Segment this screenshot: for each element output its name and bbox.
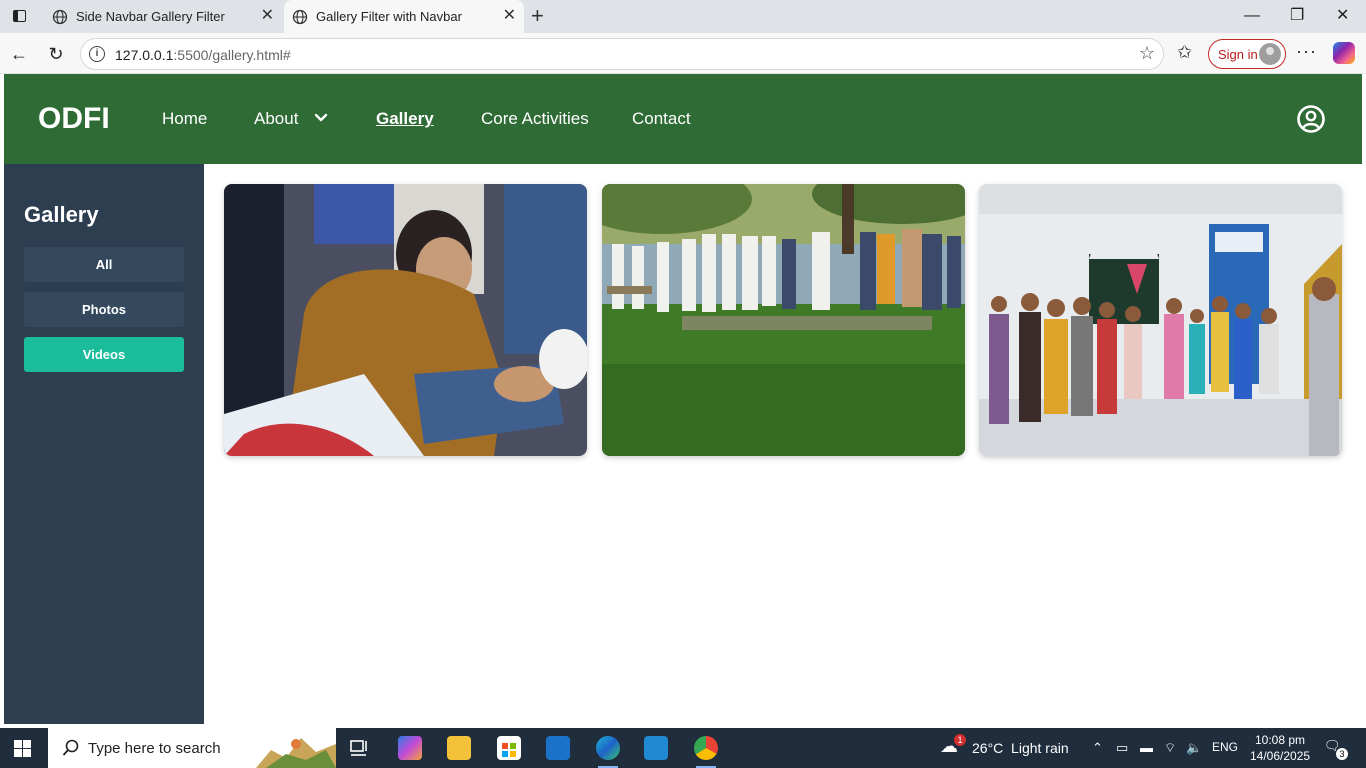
site-logo[interactable]: ODFI xyxy=(38,102,110,136)
wifi-icon[interactable]: ⌔ xyxy=(1164,740,1176,756)
gallery-sidebar: Gallery All Photos Videos xyxy=(4,164,204,724)
video-thumbnail xyxy=(979,184,1342,456)
profile-avatar-icon xyxy=(1259,43,1281,65)
filter-photos-button[interactable]: Photos xyxy=(24,292,184,327)
windows-start-icon[interactable] xyxy=(14,740,31,757)
clock-date: 14/06/2025 xyxy=(1250,749,1311,763)
close-window-icon[interactable]: ✕ xyxy=(1336,6,1349,26)
nav-link-core-activities[interactable]: Core Activities xyxy=(481,109,589,129)
task-view-icon[interactable] xyxy=(348,736,372,760)
search-icon xyxy=(62,739,79,756)
globe-icon xyxy=(52,9,68,25)
outlook-icon[interactable] xyxy=(546,736,570,760)
vscode-icon[interactable] xyxy=(644,736,668,760)
browser-tab-inactive[interactable]: Side Navbar Gallery Filter ✕ xyxy=(44,0,282,33)
search-highlight-image xyxy=(256,730,336,768)
site-navbar: ODFI Home About Gallery Core Activities … xyxy=(4,74,1362,164)
video-thumbnail xyxy=(224,184,587,456)
chevron-up-icon[interactable]: ⌃ xyxy=(1092,740,1103,756)
browser-toolbar: ← ↻ i 127.0.0.1:5500/gallery.html# ☆ ✩ S… xyxy=(0,33,1366,74)
tab-title: Side Navbar Gallery Filter xyxy=(76,9,225,24)
nav-link-contact[interactable]: Contact xyxy=(632,109,691,129)
edge-browser-icon[interactable] xyxy=(596,736,620,768)
tab-actions-icon[interactable] xyxy=(10,7,30,25)
filter-videos-button[interactable]: Videos xyxy=(24,337,184,372)
filter-all-button[interactable]: All xyxy=(24,247,184,282)
volume-icon[interactable]: 🔈 xyxy=(1186,740,1202,756)
site-info-icon[interactable]: i xyxy=(89,46,105,62)
file-explorer-icon[interactable] xyxy=(447,736,471,760)
search-placeholder: Type here to search xyxy=(88,740,221,757)
clock-time: 10:08 pm xyxy=(1255,733,1306,747)
sidebar-title: Gallery xyxy=(24,202,99,227)
more-options-icon[interactable]: ··· xyxy=(1296,41,1317,62)
close-tab-icon[interactable]: ✕ xyxy=(261,7,274,25)
favorite-star-icon[interactable]: ☆ xyxy=(1139,43,1155,64)
back-icon[interactable]: ← xyxy=(8,43,30,65)
language-indicator[interactable]: ENG xyxy=(1212,740,1238,754)
battery-icon[interactable]: ▬ xyxy=(1140,740,1153,755)
web-page: ODFI Home About Gallery Core Activities … xyxy=(4,74,1362,724)
microsoft-store-icon[interactable] xyxy=(497,736,521,760)
gallery-item[interactable] xyxy=(224,184,587,456)
nav-link-gallery[interactable]: Gallery xyxy=(376,109,434,129)
restore-icon[interactable]: ❐ xyxy=(1290,6,1304,26)
copilot-taskbar-icon[interactable] xyxy=(398,736,422,760)
gallery-item[interactable] xyxy=(602,184,965,456)
tab-title: Gallery Filter with Navbar xyxy=(316,9,462,24)
chrome-icon[interactable] xyxy=(694,736,718,768)
nav-link-about[interactable]: About xyxy=(254,109,298,129)
new-tab-icon[interactable]: + xyxy=(531,4,544,28)
weather-text[interactable]: 26°C Light rain xyxy=(972,740,1069,756)
browser-tab-active[interactable]: Gallery Filter with Navbar ✕ xyxy=(284,0,524,33)
taskbar-search-input[interactable]: Type here to search xyxy=(48,728,336,768)
address-bar[interactable]: i 127.0.0.1:5500/gallery.html# ☆ xyxy=(80,38,1164,70)
chevron-down-icon[interactable] xyxy=(313,112,329,124)
favorites-icon[interactable]: ✩ xyxy=(1177,42,1192,63)
sign-in-button[interactable]: Sign in xyxy=(1208,39,1286,69)
close-tab-icon[interactable]: ✕ xyxy=(503,7,516,25)
nav-link-home[interactable]: Home xyxy=(162,109,207,129)
copilot-icon[interactable] xyxy=(1333,42,1355,64)
video-thumbnail xyxy=(602,184,965,456)
gallery-item[interactable] xyxy=(979,184,1342,456)
meet-now-icon[interactable]: ▭ xyxy=(1116,740,1128,756)
url-text: 127.0.0.1:5500/gallery.html# xyxy=(115,47,291,63)
windows-taskbar: Type here to search ☁ 1 26°C Light rain … xyxy=(0,728,1366,768)
system-clock[interactable]: 10:08 pm 14/06/2025 xyxy=(1250,732,1310,764)
user-account-icon[interactable] xyxy=(1296,104,1326,134)
minimize-icon[interactable]: — xyxy=(1244,6,1260,26)
notifications-count: 3 xyxy=(1336,748,1348,760)
refresh-icon[interactable]: ↻ xyxy=(45,43,67,65)
weather-badge: 1 xyxy=(954,734,966,746)
browser-tab-strip: Side Navbar Gallery Filter ✕ Gallery Fil… xyxy=(0,0,1366,33)
globe-icon xyxy=(292,9,308,25)
